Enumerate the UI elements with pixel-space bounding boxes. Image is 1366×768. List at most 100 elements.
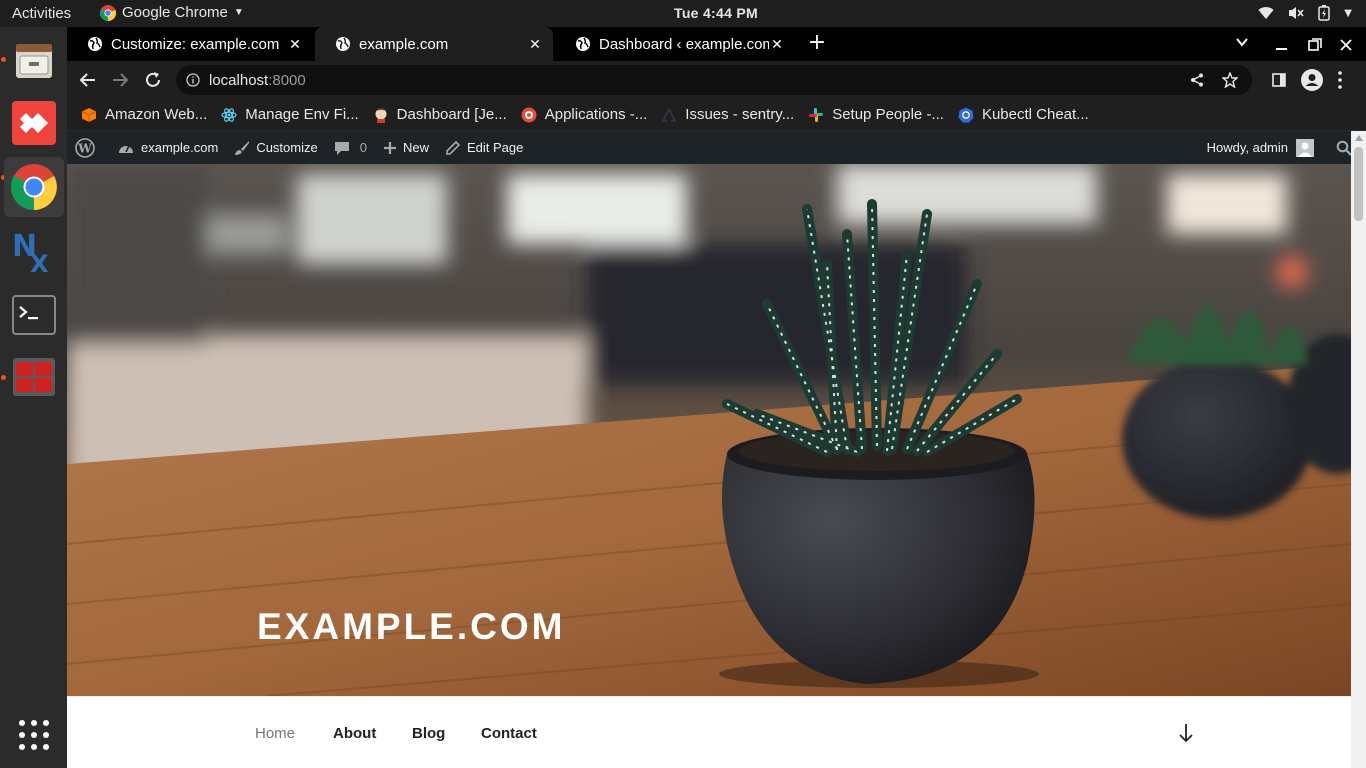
volume-muted-icon (1289, 7, 1304, 19)
scrollbar-thumb[interactable] (1354, 147, 1363, 221)
close-icon[interactable]: ✕ (287, 36, 303, 53)
maximize-button[interactable] (1308, 37, 1322, 51)
bookmark-jenkins[interactable]: Dashboard [Je... (373, 106, 507, 123)
bookmark-label: Issues - sentry... (685, 106, 795, 123)
back-arrow-icon[interactable] (79, 72, 97, 88)
system-tray[interactable]: ▼ (1258, 5, 1352, 21)
nav-blog[interactable]: Blog (412, 725, 445, 742)
minimize-button[interactable] (1275, 37, 1289, 51)
wp-howdy-label: Howdy, admin (1206, 140, 1288, 155)
tab-customize[interactable]: Customize: example.com ✕ (67, 27, 313, 61)
show-applications-button[interactable] (4, 705, 64, 765)
nav-contact[interactable]: Contact (481, 725, 537, 742)
battery-icon (1318, 5, 1331, 21)
chevron-down-icon (1236, 38, 1248, 47)
tab-search-button[interactable] (1235, 35, 1249, 52)
globe-icon (336, 37, 350, 51)
app-menu[interactable]: Google Chrome ▼ (100, 4, 244, 21)
search-icon (1336, 140, 1352, 156)
clock[interactable]: Tue 4:44 PM (674, 5, 758, 21)
slack-icon (809, 107, 824, 122)
side-panel-icon[interactable] (1272, 73, 1286, 87)
site-title[interactable]: EXAMPLE.COM (257, 606, 565, 648)
close-icon[interactable]: ✕ (527, 36, 543, 53)
browser-toolbar: localhost:8000 (67, 61, 1366, 99)
activities-button[interactable]: Activities (12, 5, 71, 22)
dock-terminator[interactable] (4, 347, 64, 407)
dashboard-gauge-icon (119, 144, 133, 153)
aws-cube-icon (81, 107, 97, 122)
info-icon (186, 73, 200, 87)
app-menu-label: Google Chrome (122, 4, 228, 21)
file-cabinet-icon (16, 44, 52, 78)
page-scrollbar[interactable] (1351, 131, 1366, 768)
paintbrush-icon (235, 140, 250, 155)
bookmark-label: Kubectl Cheat... (981, 106, 1089, 123)
site-navigation: Home About Blog Contact (67, 696, 1351, 768)
bookmark-manage-env[interactable]: Manage Env Fi... (221, 106, 359, 123)
bookmark-label: Manage Env Fi... (245, 106, 359, 123)
chrome-small-icon (100, 4, 116, 21)
react-atom-icon (221, 107, 237, 122)
wp-comment-count: 0 (359, 140, 367, 155)
close-icon[interactable]: ✕ (769, 36, 785, 53)
wp-comments[interactable]: 0 (326, 131, 375, 164)
dock-terminal[interactable] (4, 285, 64, 345)
dock-nomachine[interactable]: N X (4, 220, 64, 280)
profile-avatar-icon[interactable] (1301, 69, 1323, 91)
address-bar[interactable]: localhost:8000 (176, 65, 1252, 95)
kebab-menu-icon[interactable] (1338, 71, 1342, 89)
wp-customize[interactable]: Customize (226, 131, 325, 164)
wp-site-menu[interactable]: example.com (109, 131, 226, 164)
sentry-icon (661, 108, 677, 122)
hero-header-image: EXAMPLE.COM (67, 164, 1351, 696)
wp-customize-label: Customize (256, 140, 318, 155)
tab-title: Customize: example.com (111, 35, 280, 53)
kubernetes-icon (958, 107, 974, 122)
plus-icon (383, 141, 396, 154)
tab-title: example.com (359, 35, 449, 53)
wp-admin-bar: W example.com Customize 0 New Edit Page … (67, 131, 1366, 164)
minimize-icon (1276, 48, 1287, 50)
tab-example[interactable]: example.com ✕ (315, 27, 553, 61)
bookmark-slack[interactable]: Setup People -... (808, 106, 944, 123)
close-window-button[interactable] (1339, 37, 1353, 51)
nav-home[interactable]: Home (255, 725, 295, 742)
bookmark-label: Applications -... (544, 106, 648, 123)
nx-icon: N X (12, 229, 49, 274)
bookmark-sentry[interactable]: Issues - sentry... (661, 106, 794, 123)
gnome-top-bar: Activities Google Chrome ▼ Tue 4:44 PM ▼ (0, 0, 1366, 27)
bookmark-applications[interactable]: Applications -... (521, 106, 648, 123)
bookmark-kubectl[interactable]: Kubectl Cheat... (958, 106, 1089, 123)
anydesk-icon (12, 101, 56, 145)
url-port: :8000 (268, 71, 306, 89)
bookmark-amazon[interactable]: Amazon Web... (81, 106, 207, 123)
bookmark-star-icon[interactable] (1222, 72, 1238, 88)
wp-my-account[interactable]: Howdy, admin (1199, 131, 1328, 164)
restore-icon (1308, 38, 1322, 51)
dock-anydesk[interactable] (4, 93, 64, 153)
pencil-icon (446, 140, 461, 155)
dock-files[interactable] (4, 30, 64, 90)
tab-title: Dashboard ‹ example.com (599, 35, 769, 53)
share-icon[interactable] (1190, 73, 1204, 87)
tab-dashboard[interactable]: Dashboard ‹ example.com ✕ (555, 27, 795, 61)
svg-text:W: W (77, 141, 92, 155)
dock-chrome[interactable] (4, 157, 64, 217)
bookmark-label: Dashboard [Je... (396, 106, 507, 123)
scroll-up-icon[interactable] (1355, 135, 1363, 141)
app-logo-icon (521, 107, 537, 122)
new-tab-button[interactable]: + (805, 32, 829, 56)
terminator-icon (13, 358, 55, 396)
wp-edit-page[interactable]: Edit Page (437, 131, 531, 164)
comment-bubble-icon (334, 141, 349, 155)
wp-new-content[interactable]: New (375, 131, 437, 164)
globe-icon (576, 37, 590, 51)
app-grid-icon (19, 720, 49, 750)
wp-logo-menu[interactable]: W (67, 131, 109, 164)
close-icon (1340, 39, 1352, 51)
scroll-down-arrow-icon[interactable] (1178, 723, 1194, 743)
reload-icon[interactable] (144, 71, 162, 89)
forward-arrow-icon[interactable] (111, 72, 129, 88)
nav-about[interactable]: About (333, 725, 376, 742)
